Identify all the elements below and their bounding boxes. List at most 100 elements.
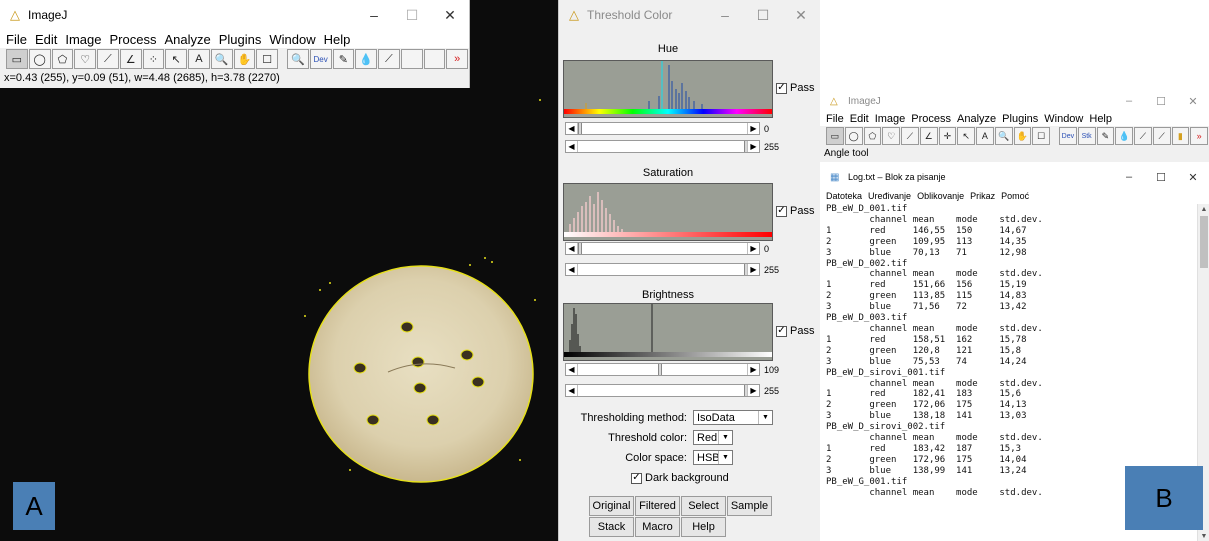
freehand-tool-icon[interactable]: ♡ [74, 49, 96, 69]
dev-tool-icon[interactable]: Dev [1059, 127, 1077, 145]
arrow-tool-icon[interactable]: ⟋ [378, 49, 400, 69]
arrow-left-icon[interactable]: ◀ [566, 243, 578, 254]
hue-pass-checkbox[interactable]: ✓ Pass [776, 82, 814, 94]
menu-file[interactable]: File [826, 113, 844, 125]
scrollbar-thumb[interactable] [1200, 216, 1208, 268]
rectangle-tool-icon[interactable]: ▭ [6, 49, 28, 69]
menu-process[interactable]: Process [110, 32, 157, 47]
dark-background-checkbox[interactable]: ✓ Dark background [631, 472, 729, 484]
polygon-tool-icon[interactable]: ⬠ [51, 49, 74, 69]
hue-min-slider[interactable]: ◀ ▶ [565, 122, 760, 135]
menu-process[interactable]: Process [911, 113, 951, 125]
close-button[interactable]: ✕ [782, 0, 820, 30]
lut-tool-icon[interactable]: ▮ [1171, 127, 1190, 145]
menu-prikaz[interactable]: Prikaz [970, 191, 995, 201]
menu-image[interactable]: Image [875, 113, 906, 125]
menu-image[interactable]: Image [65, 32, 101, 47]
arrow-right-icon[interactable]: ▶ [747, 364, 759, 375]
arrow-left-icon[interactable]: ◀ [566, 141, 578, 152]
more-tools-icon[interactable]: » [1190, 127, 1208, 145]
arrow-left-icon[interactable]: ◀ [566, 264, 578, 275]
menu-pomoc[interactable]: Pomoć [1001, 191, 1029, 201]
menu-analyze[interactable]: Analyze [164, 32, 210, 47]
menu-datoteka[interactable]: Datoteka [826, 191, 862, 201]
menu-edit[interactable]: Edit [850, 113, 869, 125]
zoom-tool-icon[interactable]: 🔍 [287, 49, 309, 69]
minimize-button[interactable]: – [706, 0, 744, 30]
brightness-min-slider[interactable]: ◀ ▶ [565, 363, 760, 376]
stack-tool-icon[interactable]: Stk [1077, 127, 1096, 145]
menu-window[interactable]: Window [269, 32, 315, 47]
flood-fill-tool-icon[interactable]: 💧 [1115, 127, 1133, 145]
slider-thumb[interactable] [658, 364, 662, 375]
oval-tool-icon[interactable]: ◯ [844, 127, 863, 145]
original-button[interactable]: Original [589, 496, 634, 516]
angle-tool-icon[interactable]: ∠ [119, 49, 142, 69]
brush-tool-icon[interactable]: ✎ [1096, 127, 1115, 145]
pencil-tool-icon[interactable]: ⟋ [1152, 127, 1171, 145]
maximize-button[interactable]: ☐ [393, 0, 431, 30]
hue-max-slider[interactable]: ◀ ▶ [565, 140, 760, 153]
brush-tool-icon[interactable]: ✎ [332, 49, 355, 69]
menu-edit[interactable]: Edit [35, 32, 57, 47]
menu-oblikovanje[interactable]: Oblikovanje [917, 191, 964, 201]
angle-tool-icon[interactable]: ∠ [919, 127, 938, 145]
maximize-button[interactable]: ☐ [1145, 90, 1177, 112]
arrow-right-icon[interactable]: ▶ [747, 264, 759, 275]
slider-thumb[interactable] [578, 243, 582, 254]
sample-button[interactable]: Sample [727, 496, 772, 516]
rectangle-tool-icon[interactable]: ▭ [826, 127, 844, 145]
menu-uredivanje[interactable]: Uređivanje [868, 191, 911, 201]
menu-help[interactable]: Help [1089, 113, 1112, 125]
close-button[interactable]: ✕ [1177, 166, 1209, 188]
close-button[interactable]: ✕ [431, 0, 469, 30]
minimize-button[interactable]: – [1113, 90, 1145, 112]
threshold-color-select[interactable]: Red ▼ [693, 430, 733, 445]
saturation-pass-checkbox[interactable]: ✓ Pass [776, 205, 814, 217]
filtered-button[interactable]: Filtered [635, 496, 680, 516]
maximize-button[interactable]: ☐ [744, 0, 782, 30]
minimize-button[interactable]: – [1113, 166, 1145, 188]
arrow-left-icon[interactable]: ◀ [566, 385, 578, 396]
help-button[interactable]: Help [681, 517, 726, 537]
macro-button[interactable]: Macro [635, 517, 680, 537]
minimize-button[interactable]: – [355, 0, 393, 30]
line-tool-icon[interactable]: ⟋ [97, 49, 119, 69]
select-button[interactable]: Select [681, 496, 726, 516]
slider-thumb[interactable] [578, 123, 582, 134]
polygon-tool-icon[interactable]: ⬠ [863, 127, 882, 145]
wand-tool-icon[interactable]: ↖ [165, 49, 187, 69]
menu-analyze[interactable]: Analyze [957, 113, 996, 125]
stack-button[interactable]: Stack [589, 517, 634, 537]
saturation-min-slider[interactable]: ◀ ▶ [565, 242, 760, 255]
hand-tool-icon[interactable]: ✋ [1013, 127, 1032, 145]
menu-plugins[interactable]: Plugins [1002, 113, 1038, 125]
maximize-button[interactable]: ☐ [1145, 166, 1177, 188]
arrow-left-icon[interactable]: ◀ [566, 123, 578, 134]
thresholding-method-select[interactable]: IsoData ▼ [693, 410, 773, 425]
arrow-left-icon[interactable]: ◀ [566, 364, 578, 375]
more-tools-icon[interactable]: » [446, 49, 468, 69]
close-button[interactable]: ✕ [1177, 90, 1209, 112]
menu-file[interactable]: File [6, 32, 27, 47]
dev-tool-icon[interactable]: Dev [309, 49, 332, 69]
hand-tool-icon[interactable]: ✋ [233, 49, 256, 69]
menu-window[interactable]: Window [1044, 113, 1083, 125]
chevron-down-icon[interactable]: ▼ [1198, 531, 1209, 541]
chevron-up-icon[interactable]: ▲ [1198, 204, 1209, 214]
flood-fill-tool-icon[interactable]: 💧 [355, 49, 377, 69]
color-space-select[interactable]: HSB ▼ [693, 450, 733, 465]
empty-tool-slot-1[interactable] [400, 49, 423, 69]
empty-tool-slot-2[interactable] [423, 49, 446, 69]
dropper-tool-icon[interactable]: ☐ [256, 49, 278, 69]
saturation-max-slider[interactable]: ◀ ▶ [565, 263, 760, 276]
arrow-right-icon[interactable]: ▶ [747, 385, 759, 396]
menu-help[interactable]: Help [324, 32, 351, 47]
dropper-tool-icon[interactable]: ☐ [1032, 127, 1050, 145]
arrow-tool-icon[interactable]: ⟋ [1134, 127, 1152, 145]
brightness-pass-checkbox[interactable]: ✓ Pass [776, 325, 814, 337]
point-tool-icon[interactable]: ⁘ [142, 49, 165, 69]
oval-tool-icon[interactable]: ◯ [28, 49, 51, 69]
text-tool-icon[interactable]: A [976, 127, 994, 145]
wand-tool-icon[interactable]: ↖ [957, 127, 975, 145]
